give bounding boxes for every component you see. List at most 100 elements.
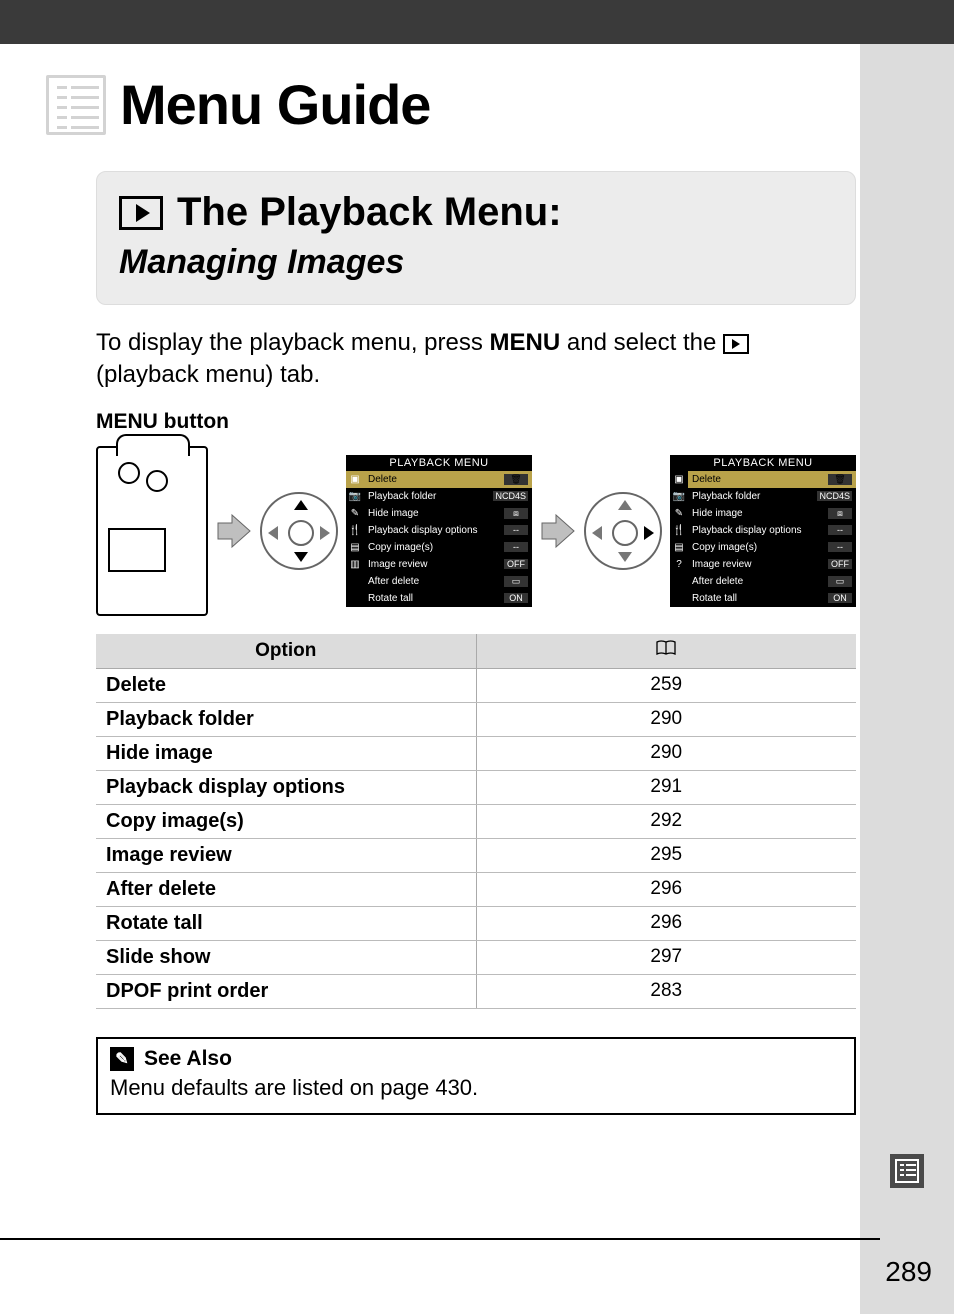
pbmenu-row: Rotate tall ON <box>688 590 856 607</box>
playback-icon <box>119 196 163 230</box>
pbmenu-row-label: Rotate tall <box>692 593 737 604</box>
option-name: Slide show <box>96 940 476 974</box>
pbmenu-row-label: Hide image <box>692 508 743 519</box>
option-name: Playback display options <box>96 770 476 804</box>
page-number: 289 <box>885 1256 932 1288</box>
title-row: Menu Guide <box>0 72 860 137</box>
pbmenu-row-value: NCD4S <box>817 491 852 501</box>
pbmenu-row-value: 🗑 <box>828 474 852 485</box>
option-name: Playback folder <box>96 702 476 736</box>
intro-paragraph: To display the playback menu, press MENU… <box>96 327 856 392</box>
diagram-row: PLAYBACK MENU ▣ 📷 ✎ 🍴 ▤ ▥ Delete 🗑 Playbac… <box>96 446 856 616</box>
options-header-option: Option <box>96 634 476 669</box>
pbmenu-row: Playback display options-- <box>688 522 856 539</box>
pbmenu-row-label: Rotate tall <box>368 593 413 604</box>
option-page: 259 <box>476 668 856 702</box>
pbmenu-row-label: Hide image <box>368 508 419 519</box>
page-body: Menu Guide The Playback Menu: Managing I… <box>0 44 860 1314</box>
pbmenu-row: Playback folderNCD4S <box>364 488 532 505</box>
option-page: 292 <box>476 804 856 838</box>
options-header-page-icon <box>476 634 856 669</box>
pbmenu-row-value: ⧈ <box>504 508 528 519</box>
pbmenu-row-value: ▭ <box>504 576 528 587</box>
pbmenu-row-label: Playback folder <box>692 491 760 502</box>
top-bar <box>0 0 954 44</box>
pbmenu-row: Copy image(s)-- <box>688 539 856 556</box>
pbmenu-row-label: Playback folder <box>368 491 436 502</box>
option-page: 291 <box>476 770 856 804</box>
pbmenu-row-value: ON <box>504 593 528 603</box>
section-subheading: Managing Images <box>119 243 833 282</box>
option-page: 296 <box>476 872 856 906</box>
multi-selector-diagram <box>260 492 338 570</box>
table-row: Copy image(s)292 <box>96 804 856 838</box>
table-row: Playback display options291 <box>96 770 856 804</box>
pbmenu-row-value: OFF <box>828 559 852 569</box>
pbmenu-row-label: Delete <box>368 474 397 485</box>
option-page: 290 <box>476 736 856 770</box>
pbmenu-row-label: Playback display options <box>368 525 478 536</box>
table-row: Delete259 <box>96 668 856 702</box>
table-row: Image review295 <box>96 838 856 872</box>
note-pencil-icon: ✎ <box>110 1047 134 1071</box>
right-margin-column <box>860 44 954 1314</box>
camera-back-diagram <box>96 446 208 616</box>
menu-list-icon <box>46 75 106 135</box>
pbmenu-row-value: ▭ <box>828 576 852 587</box>
option-page: 297 <box>476 940 856 974</box>
pbmenu-row: Delete 🗑 <box>688 471 856 488</box>
pbmenu-row: Playback display options -- <box>364 522 532 539</box>
page-title: Menu Guide <box>120 72 430 137</box>
pbmenu-row-value: -- <box>828 542 852 552</box>
see-also-heading: See Also <box>144 1047 232 1071</box>
option-name: Image review <box>96 838 476 872</box>
option-name: After delete <box>96 872 476 906</box>
multi-selector-diagram <box>584 492 662 570</box>
pbmenu-row-label: Delete <box>692 474 721 485</box>
arrow-right-icon <box>540 513 576 549</box>
option-page: 296 <box>476 906 856 940</box>
arrow-right-icon <box>216 513 252 549</box>
menu-keyword: MENU <box>490 329 561 356</box>
pbmenu-row: Copy image(s) -- <box>364 539 532 556</box>
pbmenu-row-value: OFF <box>504 559 528 569</box>
pbmenu-row: After delete ▭ <box>688 573 856 590</box>
menu-button-label-rest: button <box>158 410 229 433</box>
pbmenu-row: Playback folder NCD4S <box>688 488 856 505</box>
see-also-body: Menu defaults are listed on page 430. <box>98 1073 854 1113</box>
option-name: DPOF print order <box>96 974 476 1008</box>
table-row: Hide image290 <box>96 736 856 770</box>
book-icon <box>656 640 676 656</box>
menu-button-label: MENU button <box>96 410 860 434</box>
playback-menu-screenshot-1: PLAYBACK MENU ▣ 📷 ✎ 🍴 ▤ ▥ Delete🗑Playbac… <box>346 455 532 607</box>
pbmenu-row-label: Playback display options <box>692 525 802 536</box>
pbmenu-side-icons: ▣ 📷 ✎ 🍴 ▤ ▥ <box>346 471 364 607</box>
pbmenu-row: Rotate tall ON <box>364 590 532 607</box>
option-name: Hide image <box>96 736 476 770</box>
playback-inline-icon <box>723 334 749 354</box>
table-row: Rotate tall296 <box>96 906 856 940</box>
pbmenu-row-value: ON <box>828 593 852 603</box>
option-page: 290 <box>476 702 856 736</box>
pbmenu-header: PLAYBACK MENU <box>346 455 532 471</box>
pbmenu-row-value: -- <box>504 525 528 535</box>
options-table: Option Delete259Playback folder290Hide i… <box>96 634 856 1009</box>
intro-text-1: To display the playback menu, press <box>96 329 490 356</box>
pbmenu-row: Image review OFF <box>688 556 856 573</box>
option-page: 283 <box>476 974 856 1008</box>
pbmenu-row-label: Copy image(s) <box>368 542 433 553</box>
menu-guide-tab-icon <box>890 1154 924 1188</box>
pbmenu-row-value: -- <box>504 542 528 552</box>
pbmenu-row-label: After delete <box>692 576 743 587</box>
table-row: After delete296 <box>96 872 856 906</box>
pbmenu-row-label: Image review <box>368 559 427 570</box>
pbmenu-row-label: After delete <box>368 576 419 587</box>
pbmenu-row-label: Image review <box>692 559 751 570</box>
pbmenu-row: After delete ▭ <box>364 573 532 590</box>
option-name: Copy image(s) <box>96 804 476 838</box>
pbmenu-row-value: ⧈ <box>828 508 852 519</box>
section-heading: The Playback Menu: <box>119 190 833 235</box>
pbmenu-row: Image review OFF <box>364 556 532 573</box>
table-row: Slide show297 <box>96 940 856 974</box>
pbmenu-header: PLAYBACK MENU <box>670 455 856 471</box>
